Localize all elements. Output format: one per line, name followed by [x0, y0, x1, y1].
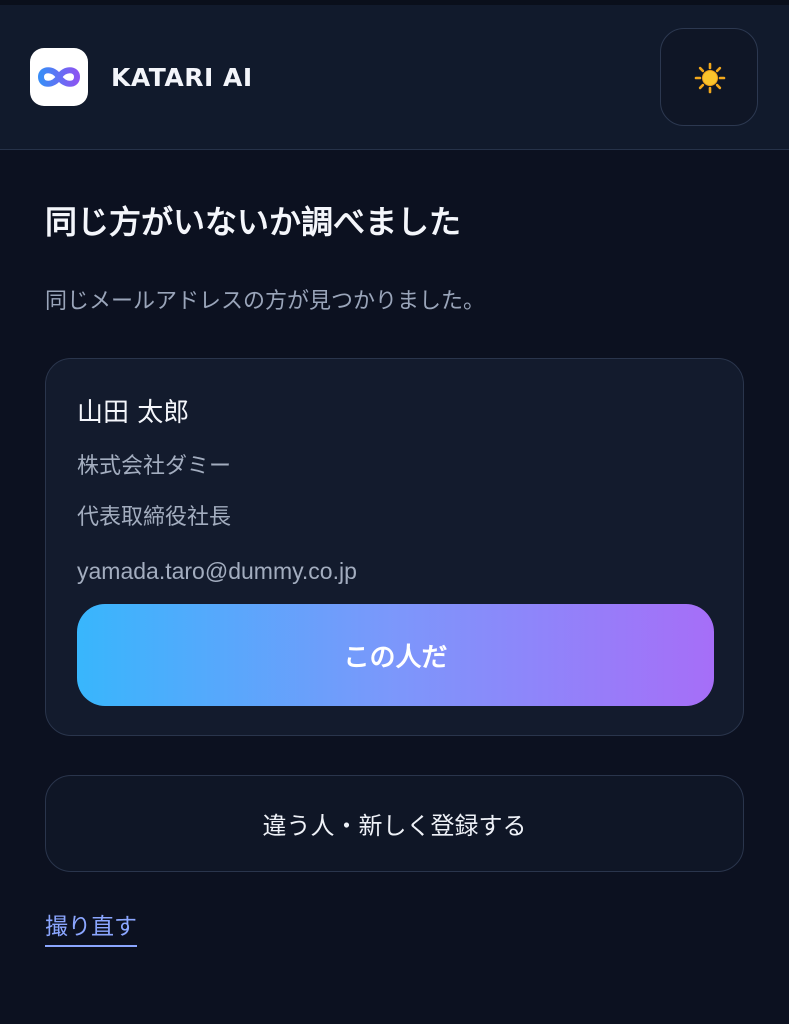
retake-link[interactable]: 撮り直す	[45, 910, 137, 947]
sun-icon	[694, 62, 726, 94]
matched-person-card: 山田 太郎 株式会社ダミー 代表取締役社長 yamada.taro@dummy.…	[45, 358, 744, 736]
theme-toggle-button[interactable]	[660, 28, 758, 126]
person-email: yamada.taro@dummy.co.jp	[77, 558, 357, 584]
app-logo	[30, 48, 88, 106]
page-subtitle: 同じメールアドレスの方が見つかりました。	[45, 289, 486, 314]
person-company: 株式会社ダミー	[77, 454, 232, 479]
person-name: 山田 太郎	[77, 398, 190, 428]
person-role: 代表取締役社長	[77, 505, 232, 530]
register-new-button[interactable]: 違う人・新しく登録する	[45, 775, 744, 872]
app-header: KATARI AI	[0, 0, 789, 150]
app-title: KATARI AI	[111, 63, 253, 92]
infinity-logo-icon	[38, 67, 80, 87]
page-title: 同じ方がいないか調べました	[45, 203, 462, 241]
confirm-person-button[interactable]: この人だ	[77, 604, 714, 706]
